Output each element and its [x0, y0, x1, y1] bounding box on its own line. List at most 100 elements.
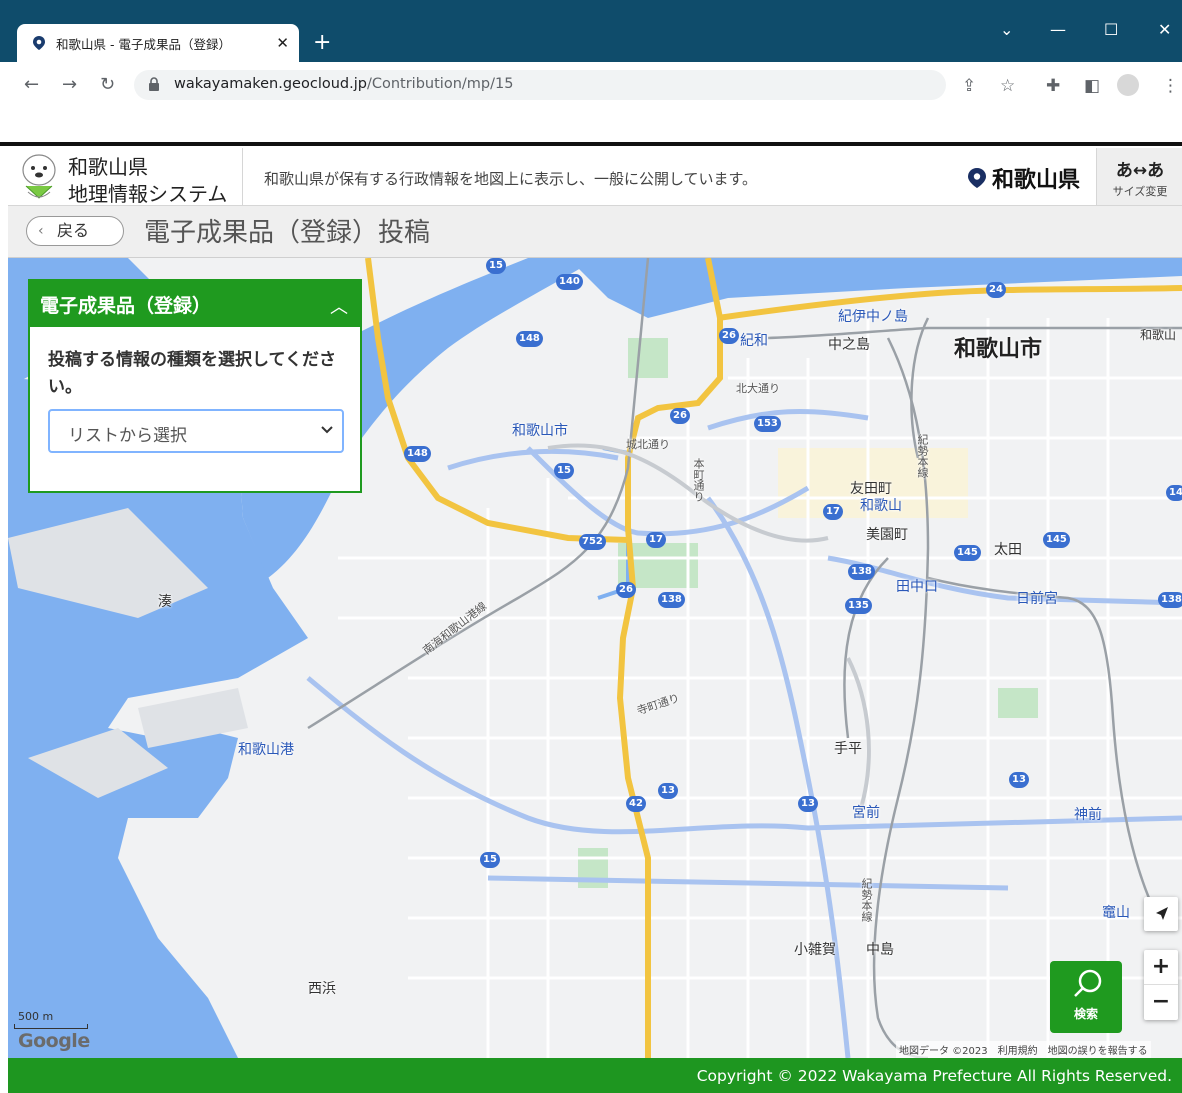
map-label-tanakaguchi[interactable]: 田中口 — [896, 576, 938, 596]
route-shield: 138 — [1158, 592, 1182, 608]
prefecture-emblem-icon — [968, 168, 986, 188]
map-label-kamimae[interactable]: 神前 — [1074, 804, 1102, 824]
page-title: 電子成果品（登録）投稿 — [144, 218, 431, 248]
google-logo: Google — [18, 1030, 90, 1052]
zoom-control: + − — [1144, 950, 1178, 1020]
font-size-toggle-button[interactable]: あ↔あ サイズ変更 — [1096, 148, 1182, 205]
minimize-button[interactable]: — — [1050, 20, 1066, 39]
back-button-label: 戻る — [57, 221, 90, 240]
prefecture-logo[interactable]: 和歌山県 — [966, 162, 1080, 194]
route-shield: 13 — [798, 796, 818, 812]
contribution-panel: 電子成果品（登録） ︿ 投稿する情報の種類を選択してください。 リストから選択 — [28, 279, 362, 493]
extensions-icon[interactable]: ✚ — [1046, 76, 1060, 96]
route-shield: 26 — [670, 408, 690, 424]
map-label-nakajima: 中島 — [866, 942, 894, 958]
map-label-hinokuma[interactable]: 日前宮 — [1016, 588, 1058, 608]
map-label-kamayama[interactable]: 竈山 — [1102, 902, 1130, 922]
my-location-button[interactable] — [1144, 897, 1178, 931]
map-attribution[interactable]: 地図データ ©2023 利用規約 地図の誤りを報告する — [896, 1041, 1151, 1058]
zoom-out-button[interactable]: − — [1144, 985, 1178, 1019]
site-favicon-icon — [33, 36, 45, 50]
bookmark-star-icon[interactable]: ☆ — [1000, 76, 1015, 96]
map-label-nishihama: 西浜 — [308, 981, 336, 997]
route-shield: 13 — [658, 783, 678, 799]
map-label-wakayama-east: 和歌山 — [1140, 328, 1177, 342]
route-shield: 26 — [616, 582, 636, 598]
tab-title: 和歌山県 - 電子成果品（登録） — [56, 36, 231, 52]
share-icon[interactable]: ⇪ — [962, 76, 976, 96]
route-shield: 138 — [658, 592, 685, 608]
browser-tab[interactable]: 和歌山県 - 電子成果品（登録） ✕ — [17, 24, 299, 62]
menu-kebab-icon[interactable]: ⋮ — [1162, 76, 1179, 96]
tab-close-icon[interactable]: ✕ — [276, 34, 289, 52]
route-shield: 15 — [554, 463, 574, 479]
page-top-spacer — [0, 108, 1182, 146]
chevron-left-icon: ‹ — [38, 223, 44, 239]
size-toggle-label: サイズ変更 — [1112, 185, 1168, 198]
route-shield: 14 — [1166, 485, 1182, 501]
route-shield: 13 — [1009, 772, 1029, 788]
profile-avatar-icon[interactable] — [1117, 74, 1139, 96]
panel-prompt: 投稿する情報の種類を選択してください。 — [48, 350, 336, 397]
back-button[interactable]: ‹ 戻る — [26, 216, 124, 246]
url-text: wakayamaken.geocloud.jp/Contribution/mp/… — [174, 76, 514, 92]
browser-toolbar: ← → ↻ wakayamaken.geocloud.jp/Contributi… — [0, 62, 1182, 108]
maximize-button[interactable]: ☐ — [1104, 20, 1118, 39]
lock-icon — [149, 77, 159, 91]
route-shield: 148 — [404, 446, 431, 462]
route-shield: 138 — [848, 564, 875, 580]
map-label-wakayama-station[interactable]: 和歌山 — [860, 495, 902, 515]
route-shield: 145 — [954, 545, 981, 561]
route-shield: 26 — [719, 328, 739, 344]
map-label-miyamae[interactable]: 宮前 — [852, 802, 880, 822]
route-shield: 24 — [986, 282, 1006, 298]
magnifier-icon — [1074, 969, 1102, 997]
close-window-button[interactable]: ✕ — [1158, 20, 1171, 39]
map-label-ota: 太田 — [994, 542, 1022, 558]
map-search-button[interactable]: 検索 — [1050, 961, 1122, 1033]
route-shield: 17 — [646, 532, 666, 548]
address-bar[interactable]: wakayamaken.geocloud.jp/Contribution/mp/… — [134, 70, 946, 100]
copyright-text: Copyright © 2022 Wakayama Prefecture All… — [696, 1067, 1172, 1085]
size-toggle-glyph: あ↔あ — [1115, 161, 1165, 181]
logo-line-1: 和歌山県 — [68, 155, 148, 179]
map-label-wakayama-port[interactable]: 和歌山港 — [238, 739, 294, 759]
route-shield: 15 — [480, 852, 500, 868]
reload-icon[interactable]: ↻ — [100, 74, 115, 95]
panel-header[interactable]: 電子成果品（登録） ︿ — [30, 281, 360, 327]
logo-line-2: 地理情報システム — [68, 182, 228, 206]
map-label-kiwa[interactable]: 紀和 — [740, 330, 768, 350]
back-arrow-icon[interactable]: ← — [24, 74, 39, 95]
road-label-kitaodori: 北大通り — [736, 382, 780, 395]
select-value: リストから選択 — [68, 426, 187, 446]
new-tab-button[interactable]: + — [313, 28, 331, 58]
map-label-kii-nakanoshima[interactable]: 紀伊中ノ島 — [838, 306, 908, 326]
zoom-in-button[interactable]: + — [1144, 950, 1178, 985]
mascot-icon — [22, 154, 56, 199]
route-shield: 752 — [579, 534, 606, 550]
site-header: 和歌山県 地理情報システム 和歌山県が保有する行政情報を地図上に表示し、一般に公… — [8, 148, 1182, 206]
browser-tab-strip: 和歌山県 - 電子成果品（登録） ✕ + ⌄ — ☐ ✕ — [0, 0, 1182, 62]
scale-label: 500 m — [18, 1010, 54, 1023]
map-label-city: 和歌山市 — [954, 337, 1043, 362]
rail-label-kisei-2: 紀勢本線 — [860, 878, 873, 922]
site-logo[interactable]: 和歌山県 地理情報システム — [8, 148, 243, 206]
map-label-minato: 湊 — [158, 594, 172, 610]
map-label-wakayamashi-station[interactable]: 和歌山市 — [512, 420, 568, 440]
info-type-select[interactable]: リストから選択 — [48, 409, 344, 453]
forward-arrow-icon[interactable]: → — [62, 74, 77, 95]
side-panel-icon[interactable]: ◧ — [1084, 76, 1100, 96]
route-shield: 140 — [556, 274, 583, 290]
tab-search-chevron-icon[interactable]: ⌄ — [1000, 20, 1013, 39]
route-shield: 148 — [516, 331, 543, 347]
road-label-honmachi: 本町通り — [692, 458, 705, 502]
route-shield: 15 — [486, 258, 506, 274]
route-shield: 145 — [1043, 532, 1070, 548]
search-button-label: 検索 — [1073, 1007, 1098, 1021]
route-shield: 153 — [754, 416, 781, 432]
chevron-up-icon[interactable]: ︿ — [330, 293, 348, 319]
site-tagline: 和歌山県が保有する行政情報を地図上に表示し、一般に公開しています。 — [264, 170, 758, 188]
route-shield: 17 — [823, 504, 843, 520]
road-label-johoku: 城北通り — [626, 438, 670, 451]
site-footer: Copyright © 2022 Wakayama Prefecture All… — [8, 1058, 1182, 1093]
